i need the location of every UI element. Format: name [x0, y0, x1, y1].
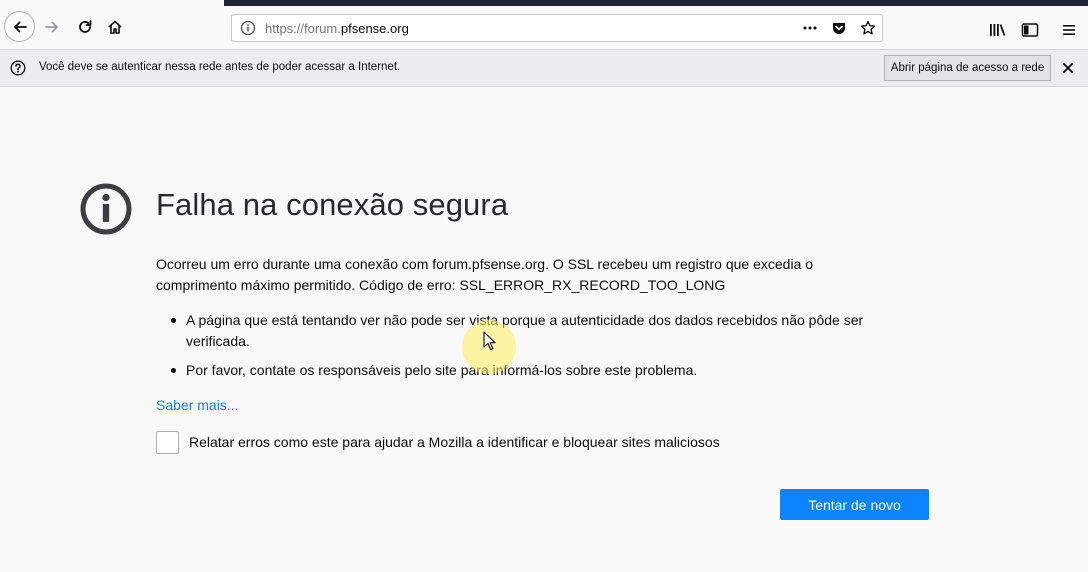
sidebar-button[interactable]	[1018, 19, 1042, 41]
error-page: Falha na conexão segura Ocorreu um erro …	[0, 88, 1088, 572]
report-errors-label[interactable]: Relatar erros como este para ajudar a Mo…	[189, 434, 720, 450]
open-network-login-button[interactable]: Abrir página de acesso a rede	[884, 55, 1051, 81]
error-details-list: A página que está tentando ver não pode …	[156, 310, 916, 389]
back-arrow-icon	[13, 21, 27, 32]
page-title: Falha na conexão segura	[156, 187, 509, 222]
star-icon[interactable]	[858, 18, 878, 38]
menu-button[interactable]	[1057, 19, 1081, 41]
home-button[interactable]	[100, 12, 130, 42]
report-errors-checkbox[interactable]	[156, 431, 179, 454]
library-button[interactable]	[986, 19, 1010, 41]
pocket-icon[interactable]	[829, 18, 849, 38]
info-icon	[80, 183, 132, 235]
list-item: Por favor, contate os responsáveis pelo …	[156, 360, 916, 381]
info-icon[interactable]	[240, 20, 256, 36]
notification-text: Você deve se autenticar nessa rede antes…	[39, 61, 401, 73]
url-bar[interactable]: https://forum.pfsense.org	[231, 14, 883, 42]
url-domain: pfsense.org	[340, 21, 409, 36]
hamburger-menu-icon	[1063, 25, 1075, 35]
mouse-cursor-icon	[483, 331, 496, 351]
try-again-button[interactable]: Tentar de novo	[780, 489, 929, 520]
more-dots-icon[interactable]	[800, 18, 820, 38]
learn-more-link[interactable]: Saber mais...	[156, 397, 238, 413]
forward-button[interactable]	[37, 12, 67, 42]
reload-button[interactable]	[70, 12, 100, 42]
back-button[interactable]	[4, 11, 35, 42]
url-actions	[800, 17, 878, 39]
navigation-toolbar: https://forum.pfsense.org	[0, 6, 1088, 48]
list-item: A página que está tentando ver não pode …	[156, 310, 916, 352]
forward-arrow-icon	[45, 21, 58, 33]
url-text[interactable]: https://forum.pfsense.org	[265, 21, 409, 36]
close-icon[interactable]	[1059, 59, 1077, 77]
home-icon	[108, 20, 122, 34]
library-icon	[990, 24, 1006, 36]
error-description: Ocorreu um erro durante uma conexão com …	[156, 256, 814, 293]
reload-icon	[79, 20, 92, 33]
captive-portal-notification: Você deve se autenticar nessa rede antes…	[0, 49, 1088, 87]
sidebar-icon	[1021, 23, 1039, 37]
question-icon	[10, 60, 26, 76]
url-prefix: https://forum.	[265, 21, 341, 36]
